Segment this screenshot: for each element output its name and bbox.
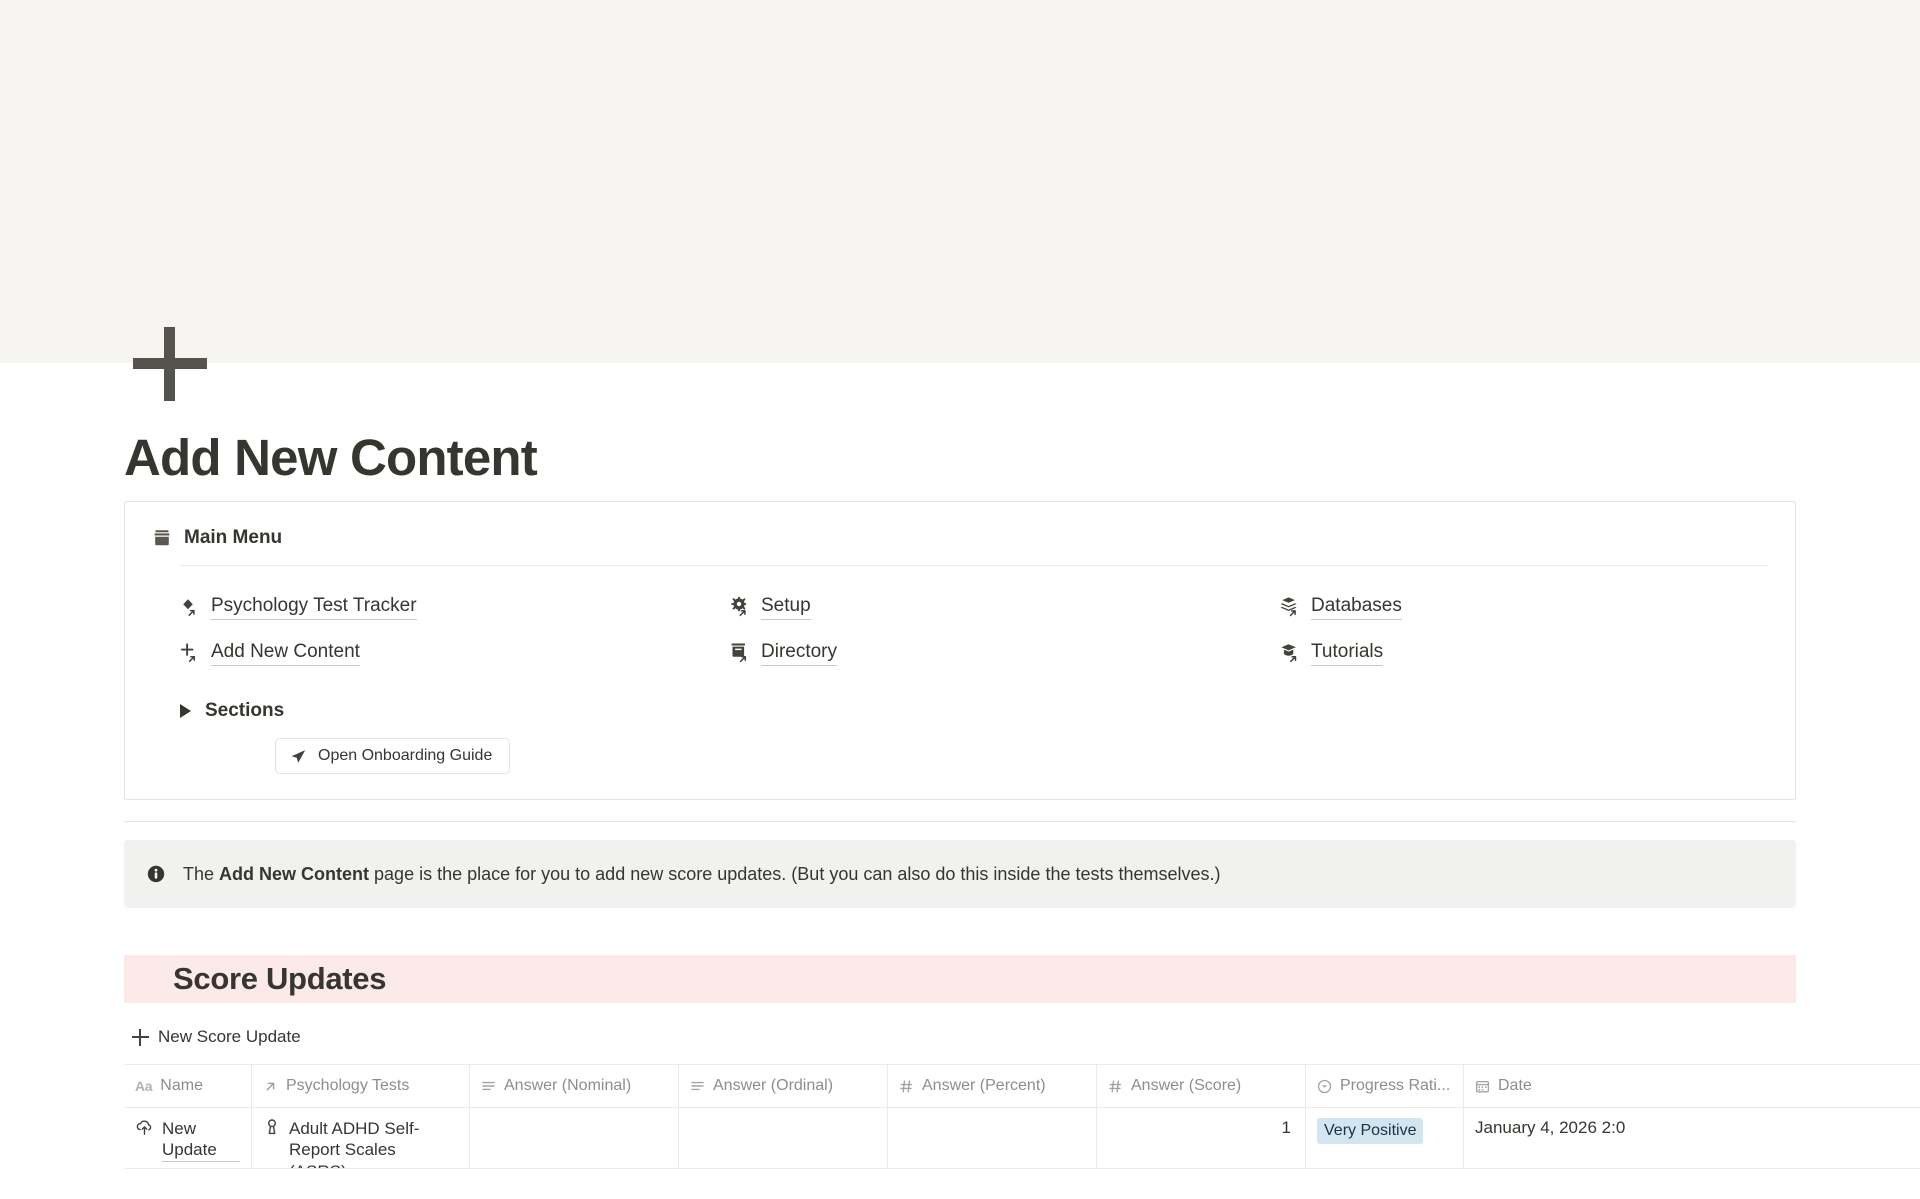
table-header-row: Aa Name Psychology Tests Answer (Nominal… [124, 1065, 1920, 1108]
column-header-date[interactable]: Date [1464, 1065, 1720, 1107]
cell-progress-rating[interactable]: Very Positive [1306, 1108, 1464, 1168]
main-menu-card: Main Menu Psychology Test Tracker Setup … [124, 501, 1796, 800]
callout-text-before: The [183, 863, 220, 884]
main-menu-title: Main Menu [184, 527, 283, 548]
sections-toggle[interactable]: Sections [180, 700, 284, 722]
menu-link-label: Tutorials [1311, 641, 1384, 666]
menu-link-psychology-test-tracker[interactable]: Psychology Test Tracker [180, 595, 730, 620]
menu-link-label: Directory [761, 641, 838, 666]
text-lines-icon [481, 1079, 496, 1094]
sections-label: Sections [205, 700, 285, 721]
menu-link-tutorials[interactable]: Tutorials [1280, 641, 1795, 666]
send-icon [290, 748, 307, 765]
main-menu-header: Main Menu [125, 502, 1795, 549]
cell-name-value: New Update [162, 1118, 240, 1162]
main-menu-links-grid: Psychology Test Tracker Setup Databases … [125, 566, 1795, 666]
text-lines-icon [690, 1079, 705, 1094]
content-divider [124, 821, 1796, 822]
column-header-label: Psychology Tests [286, 1077, 410, 1094]
table-row[interactable]: New Update Adult ADHD Self-Report Scales… [124, 1108, 1920, 1169]
column-header-name[interactable]: Aa Name [124, 1065, 252, 1107]
open-onboarding-guide-button[interactable]: Open Onboarding Guide [275, 738, 511, 774]
cell-answer-ordinal[interactable] [679, 1108, 888, 1168]
layers-link-icon [1280, 596, 1302, 618]
column-header-label: Answer (Percent) [922, 1077, 1046, 1094]
menu-link-label: Psychology Test Tracker [211, 595, 417, 620]
status-badge: Very Positive [1317, 1118, 1424, 1144]
cell-answer-score-value: 1 [1281, 1118, 1291, 1137]
column-header-label: Name [160, 1077, 203, 1094]
column-header-answer-score[interactable]: Answer (Score) [1097, 1065, 1306, 1107]
column-header-label: Date [1498, 1077, 1532, 1094]
column-header-progress-rating[interactable]: Progress Rati... [1306, 1065, 1464, 1107]
callout-text-after: page is the place for you to add new sco… [369, 863, 1221, 884]
info-callout: The Add New Content page is the place fo… [124, 840, 1796, 908]
page-cover [0, 0, 1920, 363]
relation-arrow-icon [263, 1079, 278, 1094]
calendar-icon [1475, 1079, 1490, 1094]
score-updates-table: Aa Name Psychology Tests Answer (Nominal… [124, 1064, 1920, 1169]
new-score-update-label: New Score Update [158, 1027, 301, 1046]
column-header-label: Progress Rati... [1340, 1077, 1451, 1094]
graduation-cap-link-icon [1280, 642, 1302, 664]
archive-link-icon [730, 642, 752, 664]
cell-name[interactable]: New Update [124, 1108, 252, 1168]
open-onboarding-guide-label: Open Onboarding Guide [318, 747, 493, 764]
chevron-right-icon [180, 704, 191, 718]
menu-link-add-new-content[interactable]: Add New Content [180, 641, 730, 666]
diamond-link-icon [180, 596, 202, 618]
callout-text: The Add New Content page is the place fo… [183, 864, 1221, 885]
cell-date-value: January 4, 2026 2:0 [1475, 1118, 1626, 1137]
person-badge-icon [263, 1118, 281, 1136]
menu-link-databases[interactable]: Databases [1280, 595, 1795, 620]
gear-link-icon [730, 596, 752, 618]
score-updates-heading-band: Score Updates [124, 955, 1796, 1003]
column-header-answer-percent[interactable]: Answer (Percent) [888, 1065, 1097, 1107]
info-icon [146, 864, 166, 884]
column-header-label: Answer (Score) [1131, 1077, 1242, 1094]
number-hash-icon [1108, 1079, 1123, 1094]
menu-link-label: Add New Content [211, 641, 360, 666]
column-header-label: Answer (Nominal) [504, 1077, 632, 1094]
menu-link-label: Databases [1311, 595, 1402, 620]
page-icon-plus-icon[interactable] [130, 320, 210, 401]
menu-link-label: Setup [761, 595, 811, 620]
column-header-psychology-tests[interactable]: Psychology Tests [252, 1065, 470, 1107]
page-title[interactable]: Add New Content [124, 429, 538, 486]
cloud-upload-icon [135, 1118, 154, 1137]
column-header-answer-ordinal[interactable]: Answer (Ordinal) [679, 1065, 888, 1107]
cell-answer-percent[interactable] [888, 1108, 1097, 1168]
plus-vertical-bar [164, 327, 175, 401]
title-type-icon: Aa [135, 1078, 153, 1094]
column-header-answer-nominal[interactable]: Answer (Nominal) [470, 1065, 679, 1107]
cell-answer-score[interactable]: 1 [1097, 1108, 1306, 1168]
menu-link-setup[interactable]: Setup [730, 595, 1280, 620]
cell-psychology-tests-value: Adult ADHD Self-Report Scales (ASRS) [289, 1118, 458, 1168]
archive-box-icon [152, 528, 172, 548]
callout-text-bold: Add New Content [219, 863, 370, 884]
cell-date[interactable]: January 4, 2026 2:0 [1464, 1108, 1720, 1168]
cell-psychology-tests[interactable]: Adult ADHD Self-Report Scales (ASRS) [252, 1108, 470, 1168]
cell-answer-nominal[interactable] [470, 1108, 679, 1168]
new-score-update-button[interactable]: New Score Update [132, 1027, 301, 1047]
plus-icon [132, 1028, 149, 1046]
menu-link-directory[interactable]: Directory [730, 641, 1280, 666]
column-header-label: Answer (Ordinal) [713, 1077, 834, 1094]
number-hash-icon [899, 1079, 914, 1094]
select-circle-icon [1317, 1079, 1332, 1094]
plus-link-icon [180, 642, 202, 664]
score-updates-heading: Score Updates [173, 961, 387, 996]
